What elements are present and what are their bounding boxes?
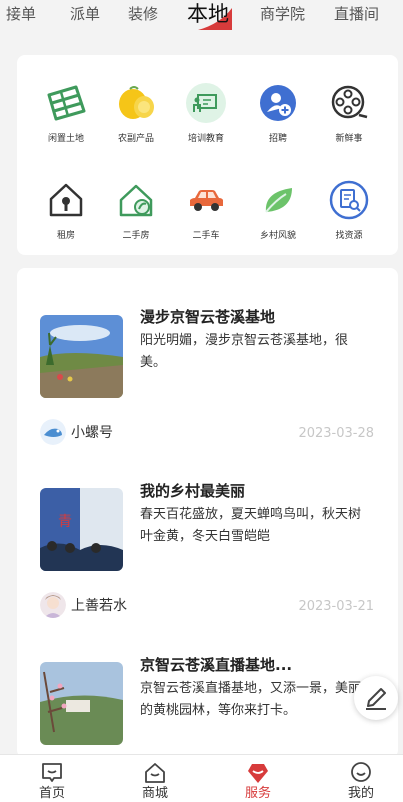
nav-label: 首页 [38, 786, 65, 801]
post-date: 2023-03-21 [298, 599, 374, 614]
service-label: 二手车 [192, 231, 220, 241]
service-news[interactable]: 新鲜事 [311, 83, 387, 163]
service-idle-land[interactable]: 闲置土地 [28, 83, 104, 163]
avatar[interactable] [40, 419, 66, 445]
post-title[interactable]: 京智云苍溪直播基地... [140, 654, 292, 675]
service-village-view[interactable]: 乡村风貌 [240, 180, 316, 260]
tab-zhibojian[interactable]: 直播间 [334, 3, 379, 24]
service-second-house[interactable]: 二手房 [98, 180, 174, 260]
house-leaf-icon [119, 184, 153, 217]
service-farm-products[interactable]: 农副产品 [98, 83, 174, 163]
document-search-icon [329, 180, 369, 220]
avatar[interactable] [40, 592, 66, 618]
service-label: 新鲜事 [335, 134, 363, 144]
service-used-car[interactable]: 二手车 [168, 180, 244, 260]
tab-paidan[interactable]: 派单 [70, 3, 100, 24]
service-label: 闲置土地 [47, 134, 84, 144]
svg-text:青: 青 [58, 514, 72, 530]
leaf-icon [265, 188, 292, 213]
top-tab-bar: 接单 派单 装修 本地 商学院 直播间 [0, 0, 403, 36]
car-icon [190, 190, 223, 211]
service-find-resources[interactable]: 找资源 [311, 180, 387, 260]
post-thumbnail[interactable]: 青 [40, 488, 123, 571]
nav-label: 我的 [347, 786, 374, 801]
service-label: 招聘 [268, 134, 287, 144]
add-person-icon [260, 85, 296, 121]
nav-label: 服务 [244, 786, 271, 801]
tab-shangxueyuan[interactable]: 商学院 [260, 3, 305, 24]
bottom-nav-bar: 首页 商城 服务 我的 [0, 754, 403, 802]
post-author[interactable]: 小螺号 [71, 422, 113, 442]
tab-bendi[interactable]: 本地 [187, 0, 229, 28]
nav-service[interactable]: 服务 [228, 755, 288, 802]
farmland-icon [47, 85, 86, 121]
service-grid: 闲置土地 农副产品 培训教育 招聘 新鲜事 租房 二手房 二手车 乡村风貌 找资… [17, 55, 398, 255]
nav-label: 商城 [141, 786, 168, 801]
post-description: 京智云苍溪直播基地，又添一景，美丽的黄桃园林，等你来打卡。 [140, 681, 362, 718]
lemon-icon [119, 86, 154, 119]
service-training[interactable]: 培训教育 [168, 83, 244, 163]
service-label: 找资源 [335, 231, 363, 241]
post-author[interactable]: 上善若水 [71, 595, 127, 615]
post-date: 2023-03-28 [298, 426, 374, 441]
service-label: 二手房 [122, 231, 150, 241]
film-reel-icon [331, 85, 368, 119]
house-key-icon [49, 183, 83, 217]
service-rent[interactable]: 租房 [28, 180, 104, 260]
post-thumbnail[interactable] [40, 662, 123, 745]
tab-jiedan[interactable]: 接单 [6, 3, 36, 24]
compose-button[interactable] [354, 676, 398, 720]
post-title[interactable]: 我的乡村最美丽 [140, 480, 245, 501]
post-thumbnail[interactable] [40, 315, 123, 398]
pencil-icon [366, 688, 386, 710]
post-title[interactable]: 漫步京智云苍溪基地 [140, 306, 275, 327]
nav-mall[interactable]: 商城 [125, 755, 185, 802]
presentation-board-icon [186, 83, 226, 123]
service-label: 培训教育 [187, 134, 224, 144]
news-feed: 漫步京智云苍溪基地 阳光明媚，漫步京智云苍溪基地，很美。 小螺号 2023-03… [17, 268, 398, 758]
post-description: 阳光明媚，漫步京智云苍溪基地，很美。 [140, 333, 349, 370]
service-label: 租房 [56, 231, 75, 241]
service-label: 乡村风貌 [259, 231, 296, 241]
service-recruit[interactable]: 招聘 [240, 83, 316, 163]
post-description: 春天百花盛放，夏天蝉鸣鸟叫，秋天树叶金黄，冬天白雪皑皑 [140, 507, 362, 544]
service-label: 农副产品 [117, 134, 154, 144]
nav-home[interactable]: 首页 [22, 755, 82, 802]
nav-mine[interactable]: 我的 [331, 755, 391, 802]
tab-zhuangxiu[interactable]: 装修 [128, 3, 158, 24]
